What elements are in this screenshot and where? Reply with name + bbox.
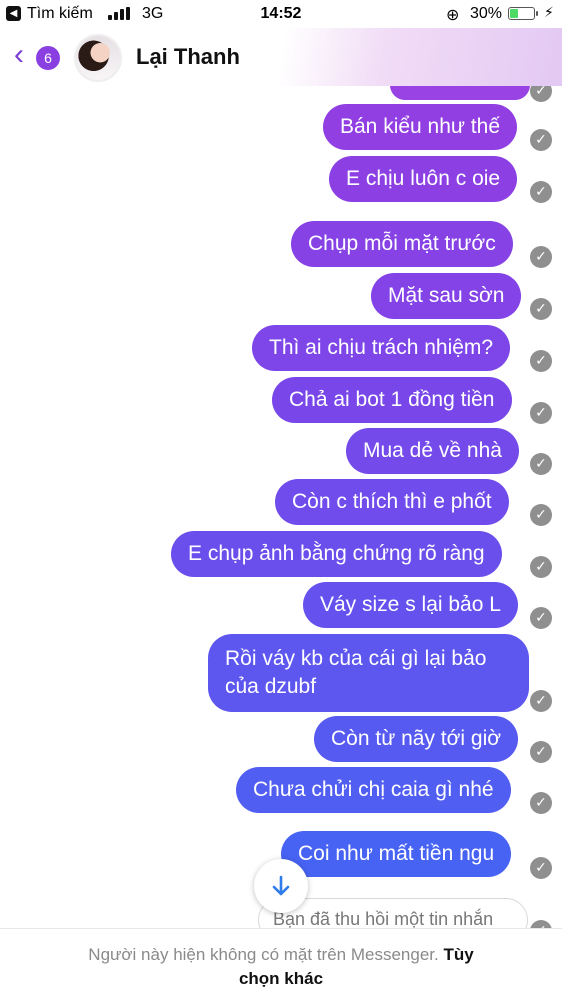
check-icon: ✓ bbox=[530, 690, 552, 712]
check-icon: ✓ bbox=[530, 453, 552, 475]
check-icon: ✓ bbox=[530, 504, 552, 526]
message-bubble[interactable]: Mặt sau sờn bbox=[371, 273, 522, 319]
avatar[interactable] bbox=[74, 34, 122, 82]
back-chevron-icon[interactable]: ‹ bbox=[14, 40, 38, 70]
check-icon: ✓ bbox=[530, 741, 552, 763]
status-bar: ◀ Tìm kiếm 3G 14:52 ⊕ 30% ⚡ bbox=[0, 0, 562, 28]
check-icon: ✓ bbox=[530, 857, 552, 879]
battery-icon bbox=[508, 7, 538, 20]
message-bubble[interactable]: Coi như mất tiền ngu bbox=[281, 831, 512, 877]
message-bubble[interactable]: Thì ai chịu trách nhiệm? bbox=[252, 325, 511, 371]
message-bubble[interactable]: Rồi váy kb của cái gì lại bảo của dzubf bbox=[208, 634, 529, 712]
message-bubble[interactable]: E chịu luôn c oie bbox=[329, 156, 518, 202]
message-bubble[interactable]: Váy size s lại bảo L bbox=[303, 582, 518, 628]
message-bubble[interactable]: Bán kiểu như thế bbox=[323, 104, 518, 150]
arrow-down-icon bbox=[272, 875, 290, 896]
check-icon: ✓ bbox=[530, 920, 552, 928]
check-icon: ✓ bbox=[530, 86, 552, 102]
scroll-to-bottom-button[interactable] bbox=[254, 859, 308, 913]
footer-line-1: Người này hiện không có mặt trên Messeng… bbox=[0, 943, 562, 967]
message-list[interactable]: ✓ Bán kiểu như thế ✓ E chịu luôn c oie ✓… bbox=[0, 86, 562, 928]
check-icon: ✓ bbox=[530, 792, 552, 814]
message-bubble[interactable]: E chụp ảnh bằng chứng rõ ràng bbox=[171, 531, 502, 577]
more-options-link-cont[interactable]: chọn khác bbox=[0, 967, 562, 991]
message-bubble[interactable]: Còn c thích thì e phốt bbox=[275, 479, 509, 525]
chat-header: ‹ 6 Lại Thanh bbox=[0, 28, 562, 86]
check-icon: ✓ bbox=[530, 129, 552, 151]
check-icon: ✓ bbox=[530, 556, 552, 578]
message-bubble[interactable]: Còn từ nãy tới giờ bbox=[314, 716, 518, 762]
unread-badge[interactable]: 6 bbox=[36, 46, 60, 70]
check-icon: ✓ bbox=[530, 298, 552, 320]
offline-notice: Người này hiện không có mặt trên Messeng… bbox=[88, 945, 439, 964]
message-bubble[interactable]: Chưa chửi chị caia gì nhé bbox=[236, 767, 511, 813]
more-options-link[interactable]: Tùy bbox=[443, 945, 473, 964]
check-icon: ✓ bbox=[530, 181, 552, 203]
message-bubble[interactable]: Chả ai bot 1 đồng tiền bbox=[272, 377, 512, 423]
message-bubble[interactable]: Chụp mỗi mặt trước bbox=[291, 221, 513, 267]
check-icon: ✓ bbox=[530, 402, 552, 424]
charging-icon: ⚡ bbox=[544, 4, 554, 20]
check-icon: ✓ bbox=[530, 350, 552, 372]
message-bubble-partial[interactable] bbox=[390, 86, 530, 100]
check-icon: ✓ bbox=[530, 607, 552, 629]
lock-rotation-icon: ⊕ bbox=[446, 7, 460, 24]
composer-unavailable-banner: Người này hiện không có mặt trên Messeng… bbox=[0, 928, 562, 1000]
contact-name[interactable]: Lại Thanh bbox=[136, 44, 240, 70]
battery-percent: 30% bbox=[470, 5, 503, 22]
message-bubble[interactable]: Mua dẻ về nhà bbox=[346, 428, 519, 474]
check-icon: ✓ bbox=[530, 246, 552, 268]
